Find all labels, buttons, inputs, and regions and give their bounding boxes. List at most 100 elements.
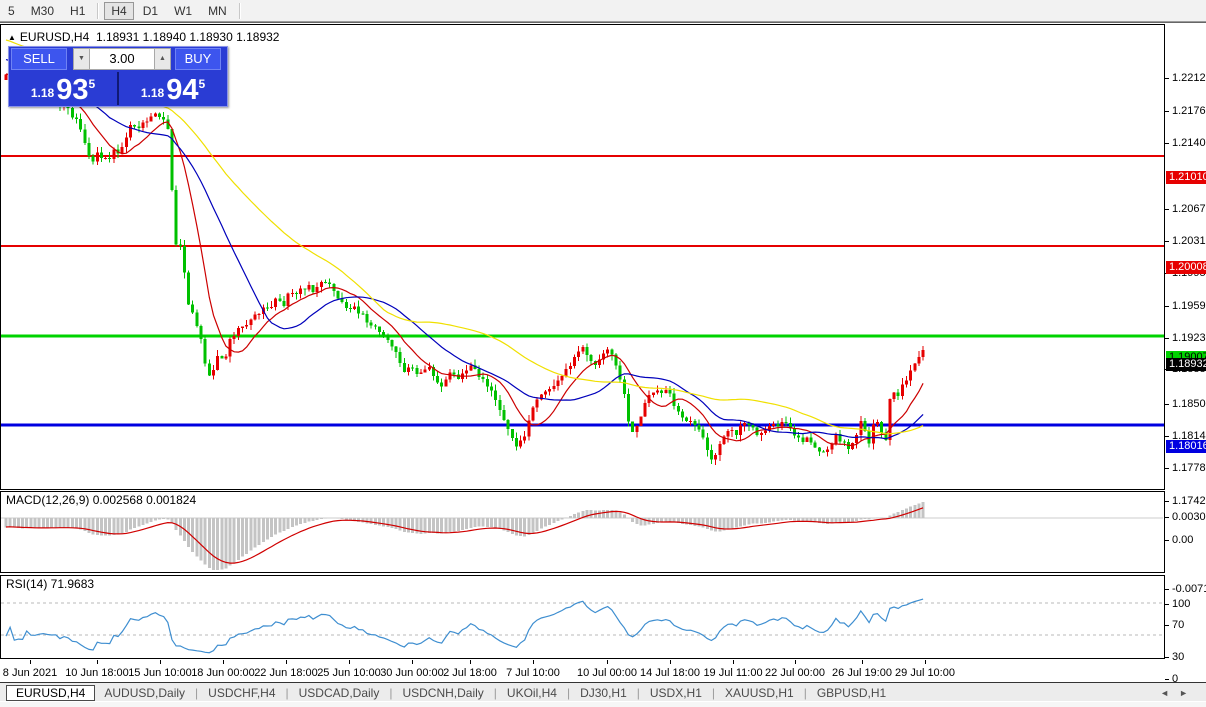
buy-button[interactable]: BUY	[175, 48, 221, 70]
price-tick-label: 1.17780	[1172, 462, 1206, 474]
rsi-tick	[1165, 604, 1169, 605]
price-tick-label: 1.18500	[1172, 398, 1206, 410]
collapse-icon[interactable]: ▲	[8, 33, 16, 42]
price-tick	[1165, 501, 1169, 502]
price-axis[interactable]: 1.221201.217601.214001.206701.203101.199…	[1165, 23, 1206, 683]
price-tick	[1165, 111, 1169, 112]
price-tick	[1165, 78, 1169, 79]
symbol-tab-ukoil[interactable]: UKOil,H4	[498, 685, 566, 701]
time-tick-label: 19 Jul 11:00	[703, 667, 762, 679]
price-tick	[1165, 338, 1169, 339]
time-tick	[733, 660, 734, 664]
symbol-tab-usdchf[interactable]: USDCHF,H4	[199, 685, 284, 701]
macd-tick	[1165, 517, 1169, 518]
chart-canvas[interactable]: MACD(12,26,9) 0.002568 0.001824RSI(14) 7…	[0, 24, 1165, 660]
price-tick-label: 1.19590	[1172, 300, 1206, 312]
tab-separator: |	[637, 686, 640, 700]
time-tick-label: 8 Jun 2021	[3, 667, 57, 679]
time-tick	[795, 660, 796, 664]
timeframe-button-w1[interactable]: W1	[167, 2, 199, 20]
price-tick	[1165, 436, 1169, 437]
timeframe-button-h1[interactable]: H1	[63, 2, 92, 20]
tab-separator: |	[286, 686, 289, 700]
chart-title: ▲ EURUSD,H4 1.18931 1.18940 1.18930 1.189…	[8, 30, 279, 44]
time-tick-label: 2 Jul 18:00	[443, 667, 497, 679]
symbol-tab-usdcad[interactable]: USDCAD,Daily	[290, 685, 389, 701]
time-tick	[862, 660, 863, 664]
time-tick-label: 22 Jun 18:00	[254, 667, 318, 679]
symbol-tab-audusd[interactable]: AUDUSD,Daily	[95, 685, 194, 701]
time-tick-label: 14 Jul 18:00	[640, 667, 700, 679]
symbol-tab-gbpusd[interactable]: GBPUSD,H1	[808, 685, 895, 701]
time-tick	[97, 660, 98, 664]
sell-price-display[interactable]: 1.18 93 5	[9, 72, 119, 105]
price-tick-label: 1.17420	[1172, 495, 1206, 507]
price-tick-label: 1.20310	[1172, 235, 1206, 247]
time-tick	[925, 660, 926, 664]
price-tick	[1165, 209, 1169, 210]
symbol-tab-usdx[interactable]: USDX,H1	[641, 685, 711, 701]
chart-ohlc-values: 1.18931 1.18940 1.18930 1.18932	[96, 30, 280, 44]
tab-separator: |	[712, 686, 715, 700]
macd-label: MACD(12,26,9) 0.002568 0.001824	[6, 493, 196, 507]
time-tick	[349, 660, 350, 664]
macd-tick	[1165, 540, 1169, 541]
toolbar-separator	[239, 3, 241, 19]
symbol-tab-xauusd[interactable]: XAUUSD,H1	[716, 685, 803, 701]
timeframe-button-h4[interactable]: H4	[104, 2, 133, 20]
symbol-tab-eurusd[interactable]: EURUSD,H4	[6, 685, 95, 701]
rsi-tick-label: 70	[1172, 619, 1184, 631]
timeframe-button-5[interactable]: 5	[1, 2, 22, 20]
price-tick	[1165, 143, 1169, 144]
timeframe-button-mn[interactable]: MN	[201, 2, 234, 20]
price-level-badge: 1.18932	[1166, 358, 1206, 371]
time-tick	[30, 660, 31, 664]
price-tick	[1165, 404, 1169, 405]
time-tick-label: 15 Jun 10:00	[128, 667, 192, 679]
time-axis[interactable]: 8 Jun 202110 Jun 18:0015 Jun 10:0018 Jun…	[0, 660, 1165, 682]
timeframe-button-m30[interactable]: M30	[24, 2, 61, 20]
tab-separator: |	[195, 686, 198, 700]
chart-tab-bar: EURUSD,H4AUDUSD,Daily|USDCHF,H4|USDCAD,D…	[0, 682, 1206, 702]
time-tick	[412, 660, 413, 664]
volume-input[interactable]: 3.00	[90, 48, 154, 70]
rsi-tick	[1165, 625, 1169, 626]
price-level-badge: 1.21010	[1166, 171, 1206, 184]
tab-scroll-right-icon[interactable]: ►	[1179, 688, 1198, 698]
tab-separator: |	[389, 686, 392, 700]
tab-separator: |	[804, 686, 807, 700]
volume-decrease-button[interactable]: ▼	[73, 48, 90, 70]
timeframe-button-d1[interactable]: D1	[136, 2, 165, 20]
time-tick	[670, 660, 671, 664]
macd-tick-label: -0.00715	[1172, 583, 1206, 595]
time-tick-label: 29 Jul 10:00	[895, 667, 955, 679]
tab-separator: |	[494, 686, 497, 700]
rsi-tick-label: 100	[1172, 598, 1190, 610]
time-tick-label: 18 Jun 00:00	[191, 667, 255, 679]
price-level-badge: 1.20008	[1166, 261, 1206, 274]
chart-symbol-label: EURUSD,H4	[20, 30, 89, 44]
rsi-tick	[1165, 657, 1169, 658]
time-tick-label: 26 Jul 19:00	[832, 667, 892, 679]
tab-scroll-left-icon[interactable]: ◄	[1160, 688, 1179, 698]
one-click-trading-panel: SELL ▼ 3.00 ▲ BUY 1.18 93 5 1.18 94 5	[8, 46, 228, 107]
price-tick-label: 1.20670	[1172, 203, 1206, 215]
price-tick	[1165, 306, 1169, 307]
rsi-tick-label: 30	[1172, 651, 1184, 663]
symbol-tab-usdcnh[interactable]: USDCNH,Daily	[393, 685, 492, 701]
time-tick-label: 7 Jul 10:00	[506, 667, 560, 679]
buy-price-display[interactable]: 1.18 94 5	[119, 72, 227, 105]
sell-button[interactable]: SELL	[11, 48, 67, 70]
toolbar-separator	[97, 3, 99, 19]
time-tick	[223, 660, 224, 664]
time-tick	[533, 660, 534, 664]
chart-area: MACD(12,26,9) 0.002568 0.001824RSI(14) 7…	[0, 22, 1206, 683]
volume-increase-button[interactable]: ▲	[154, 48, 171, 70]
tab-separator: |	[567, 686, 570, 700]
price-tick	[1165, 468, 1169, 469]
macd-tick-label: 0.003031	[1172, 511, 1206, 523]
rsi-tick	[1165, 679, 1169, 680]
price-level-badge: 1.18016	[1166, 440, 1206, 453]
time-tick	[607, 660, 608, 664]
symbol-tab-dj30[interactable]: DJ30,H1	[571, 685, 636, 701]
